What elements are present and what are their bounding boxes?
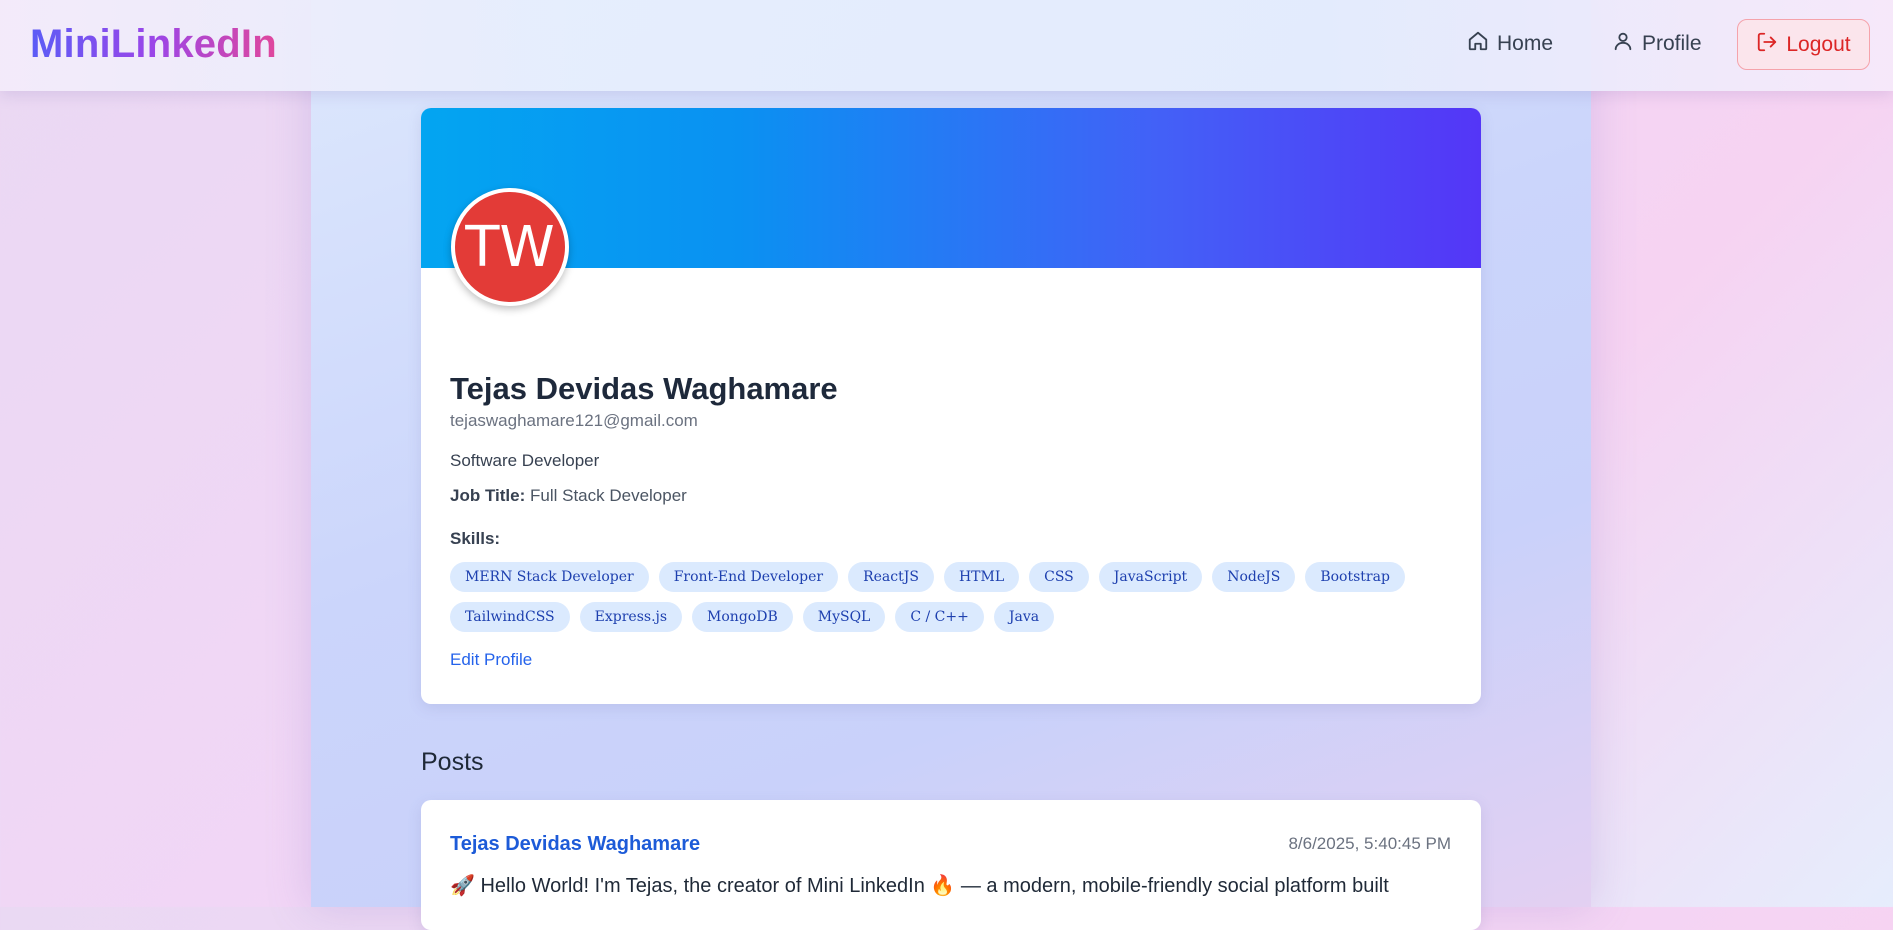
profile-bio: Software Developer bbox=[450, 451, 600, 470]
skill-chip: Front-End Developer bbox=[658, 562, 839, 592]
post-author-link[interactable]: Tejas Devidas Waghamare bbox=[450, 833, 700, 856]
nav-home-label: Home bbox=[1497, 32, 1554, 55]
post-timestamp: 8/6/2025, 5:40:45 PM bbox=[1288, 834, 1451, 853]
skill-chip: MongoDB bbox=[692, 602, 793, 632]
logout-label: Logout bbox=[1786, 32, 1851, 56]
nav-home-link[interactable]: Home bbox=[1467, 30, 1553, 58]
user-icon bbox=[1612, 30, 1634, 58]
post-card: Tejas Devidas Waghamare 8/6/2025, 5:40:4… bbox=[421, 800, 1481, 930]
job-title-label: Job Title: bbox=[450, 486, 526, 505]
skill-chip: CSS bbox=[1029, 562, 1089, 592]
skill-chip: Bootstrap bbox=[1305, 562, 1405, 592]
skills-list: MERN Stack Developer Front-End Developer… bbox=[450, 562, 1440, 632]
skill-chip: MERN Stack Developer bbox=[450, 562, 649, 592]
posts-heading: Posts bbox=[421, 748, 484, 776]
post-content: 🚀 Hello World! I'm Tejas, the creator of… bbox=[450, 875, 1389, 897]
profile-job-title: Job Title: Full Stack Developer bbox=[450, 486, 687, 506]
skill-chip: MySQL bbox=[802, 602, 886, 632]
skill-chip: TailwindCSS bbox=[450, 602, 570, 632]
job-title-value: Full Stack Developer bbox=[529, 486, 687, 505]
home-icon bbox=[1467, 30, 1489, 58]
skill-chip: Java bbox=[993, 602, 1055, 632]
skills-label: Skills: bbox=[450, 529, 501, 548]
profile-email: tejaswaghamare121@gmail.com bbox=[450, 411, 698, 430]
cover-banner bbox=[421, 108, 1481, 268]
skill-chip: NodeJS bbox=[1212, 562, 1296, 592]
nav-profile-label: Profile bbox=[1642, 32, 1702, 55]
skill-chip: HTML bbox=[943, 562, 1020, 592]
nav-profile-link[interactable]: Profile bbox=[1612, 30, 1702, 58]
profile-name: Tejas Devidas Waghamare bbox=[450, 371, 838, 406]
edit-profile-link[interactable]: Edit Profile bbox=[450, 650, 532, 670]
skill-chip: ReactJS bbox=[848, 562, 934, 592]
logout-button[interactable]: Logout bbox=[1737, 19, 1870, 70]
top-navbar: MiniLinkedIn Home Profile Logout bbox=[0, 0, 1893, 91]
skill-chip: Express.js bbox=[579, 602, 683, 632]
avatar: TW bbox=[451, 188, 569, 306]
skill-chip: JavaScript bbox=[1098, 562, 1203, 592]
logout-icon bbox=[1756, 31, 1778, 59]
profile-card: TW Tejas Devidas Waghamare tejaswaghamar… bbox=[421, 108, 1481, 704]
brand-logo[interactable]: MiniLinkedIn bbox=[30, 22, 277, 67]
skill-chip: C / C++ bbox=[895, 602, 984, 632]
